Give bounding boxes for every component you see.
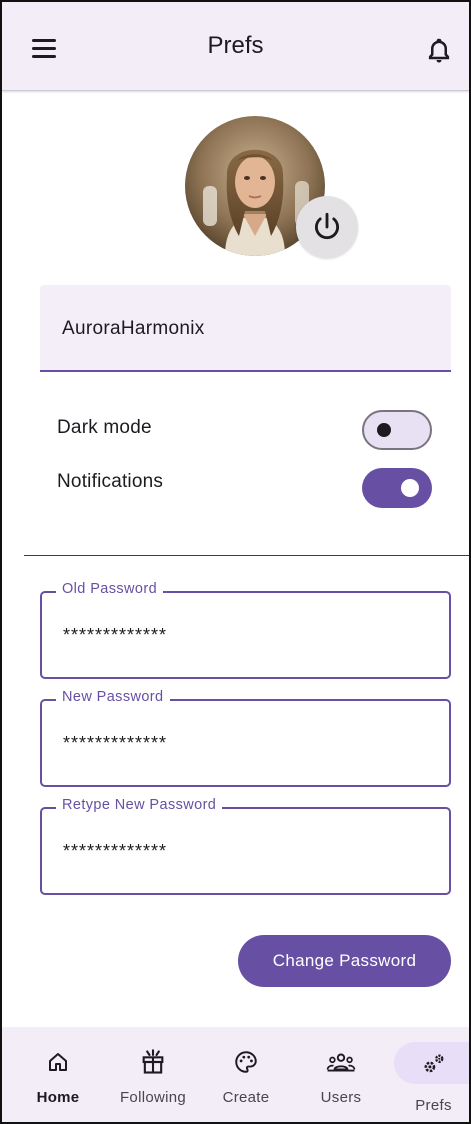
switch-knob	[377, 423, 391, 437]
username-value: AuroraHarmonix	[62, 318, 205, 339]
palette-icon	[231, 1047, 261, 1077]
dark-mode-switch[interactable]	[362, 410, 432, 450]
logout-power-button[interactable]	[296, 196, 358, 258]
settings-gears-icon	[419, 1049, 449, 1079]
username-field[interactable]: AuroraHarmonix	[40, 285, 451, 372]
nav-label-home: Home	[36, 1089, 80, 1106]
notifications-row: Notifications	[57, 468, 437, 508]
app-frame: Prefs AuroraHarmonix Dark mode Notificat…	[0, 0, 471, 1124]
retype-password-value: *************	[63, 841, 168, 861]
dark-mode-row: Dark mode	[57, 410, 437, 450]
bottom-navigation: Home Following Create Users Prefs	[2, 1027, 469, 1122]
retype-password-label: Retype New Password	[56, 797, 223, 813]
groups-icon	[326, 1047, 356, 1077]
home-icon	[43, 1047, 73, 1077]
nav-label-create: Create	[222, 1089, 270, 1106]
new-password-field[interactable]: New Password *************	[40, 689, 451, 787]
dark-mode-label: Dark mode	[57, 417, 152, 438]
new-password-value: *************	[63, 733, 168, 753]
gift-icon	[138, 1047, 168, 1077]
section-divider	[24, 555, 469, 556]
top-app-bar: Prefs	[2, 2, 469, 91]
switch-knob	[401, 479, 419, 497]
notifications-label: Notifications	[57, 471, 164, 492]
old-password-label: Old Password	[56, 581, 164, 597]
notifications-switch[interactable]	[362, 468, 432, 508]
old-password-value: *************	[63, 625, 168, 645]
change-password-button[interactable]: Change Password	[238, 935, 451, 987]
nav-item-create[interactable]: Create	[210, 1027, 282, 1122]
nav-item-home[interactable]: Home	[22, 1027, 94, 1122]
nav-label-users: Users	[320, 1089, 362, 1106]
retype-password-field[interactable]: Retype New Password *************	[40, 797, 451, 895]
power-icon	[315, 212, 339, 240]
nav-label-prefs: Prefs	[415, 1097, 452, 1114]
nav-item-following[interactable]: Following	[110, 1027, 196, 1122]
nav-label-following: Following	[119, 1089, 187, 1106]
old-password-field[interactable]: Old Password *************	[40, 581, 451, 679]
nav-item-users[interactable]: Users	[305, 1027, 377, 1122]
nav-item-prefs[interactable]: Prefs	[398, 1027, 469, 1122]
new-password-label: New Password	[56, 689, 170, 705]
notifications-bell-icon[interactable]	[424, 36, 454, 66]
page-title: Prefs	[207, 32, 264, 59]
